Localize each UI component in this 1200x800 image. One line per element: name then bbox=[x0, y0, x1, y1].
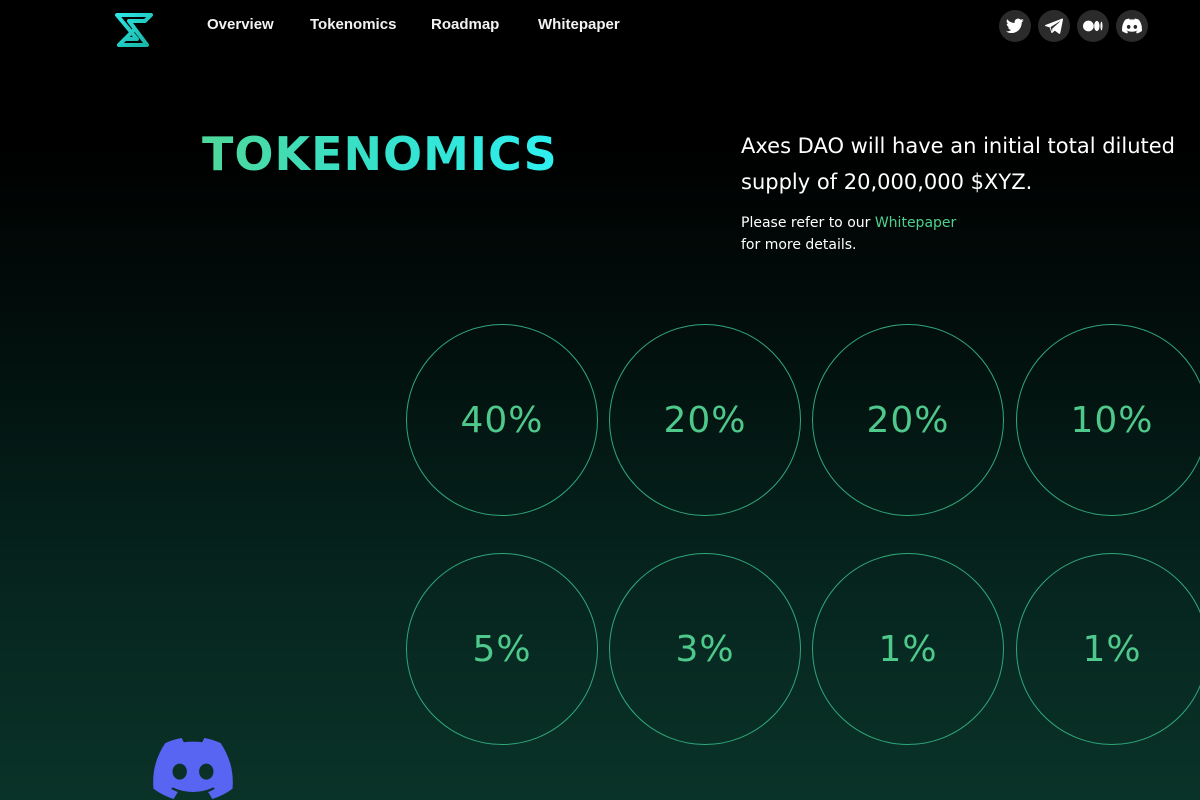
allocation-value: 10% bbox=[1070, 399, 1154, 441]
discord-icon bbox=[153, 738, 233, 799]
medium-button[interactable] bbox=[1077, 10, 1109, 42]
allocation-circle: 3% bbox=[609, 553, 801, 745]
tokenomics-intro: Axes DAO will have an initial total dilu… bbox=[741, 128, 1200, 256]
allocation-circle: 20% bbox=[812, 324, 1004, 516]
allocation-circle: 5% bbox=[406, 553, 598, 745]
whitepaper-note: Please refer to our Whitepaper for more … bbox=[741, 212, 1200, 256]
allocation-value: 20% bbox=[866, 399, 950, 441]
telegram-icon bbox=[1045, 18, 1063, 34]
supply-statement-line1: Axes DAO will have an initial total dilu… bbox=[741, 134, 1176, 158]
allocation-value: 5% bbox=[472, 628, 532, 670]
allocation-circle: 20% bbox=[609, 324, 801, 516]
note-suffix: for more details. bbox=[741, 237, 857, 253]
note-prefix: Please refer to our bbox=[741, 215, 875, 231]
nav-roadmap[interactable]: Roadmap bbox=[431, 16, 499, 33]
allocation-value: 3% bbox=[675, 628, 735, 670]
allocation-circle: 10% bbox=[1016, 324, 1200, 516]
discord-widget-button[interactable] bbox=[153, 738, 233, 800]
telegram-button[interactable] bbox=[1038, 10, 1070, 42]
medium-icon bbox=[1083, 20, 1103, 32]
discord-icon bbox=[1122, 18, 1142, 34]
supply-statement-line2: supply of 20,000,000 $XYZ. bbox=[741, 170, 1033, 194]
twitter-icon bbox=[1006, 18, 1024, 34]
logo-icon[interactable] bbox=[114, 12, 154, 48]
whitepaper-link[interactable]: Whitepaper bbox=[875, 215, 956, 231]
section-title: TOKENOMICS bbox=[202, 124, 558, 184]
allocation-circle: 40% bbox=[406, 324, 598, 516]
allocation-value: 20% bbox=[663, 399, 747, 441]
allocation-value: 1% bbox=[1082, 628, 1142, 670]
nav-whitepaper[interactable]: Whitepaper bbox=[538, 16, 620, 33]
discord-button[interactable] bbox=[1116, 10, 1148, 42]
allocation-value: 1% bbox=[878, 628, 938, 670]
allocation-value: 40% bbox=[460, 399, 544, 441]
twitter-button[interactable] bbox=[999, 10, 1031, 42]
nav-overview[interactable]: Overview bbox=[207, 16, 274, 33]
supply-statement: Axes DAO will have an initial total dilu… bbox=[741, 128, 1200, 200]
allocation-circle: 1% bbox=[812, 553, 1004, 745]
allocation-circle: 1% bbox=[1016, 553, 1200, 745]
nav-tokenomics[interactable]: Tokenomics bbox=[310, 16, 396, 33]
